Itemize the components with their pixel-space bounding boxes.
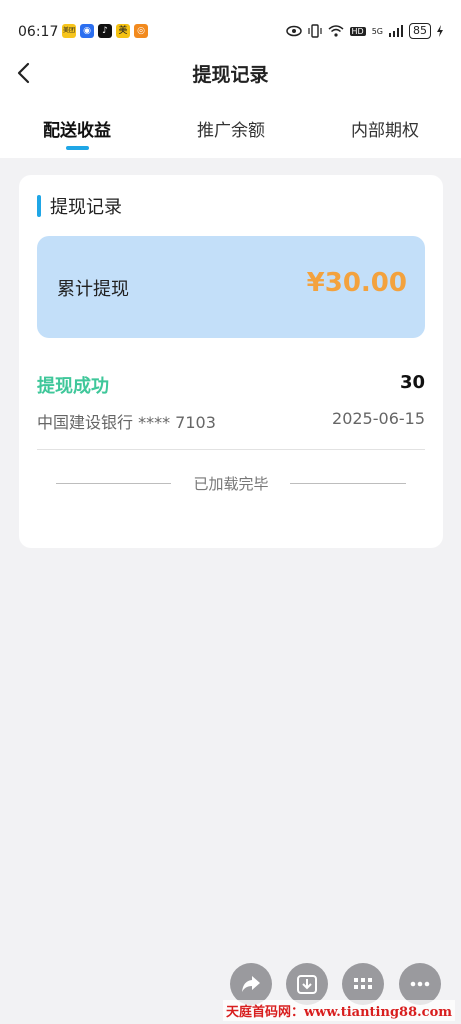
- wifi-icon: [328, 25, 344, 37]
- more-icon: [410, 981, 430, 987]
- section-marker: [37, 195, 41, 217]
- signal-icon: [389, 25, 403, 37]
- divider: [37, 449, 425, 450]
- tiktok-icon: ♪: [98, 24, 112, 38]
- total-withdrawal-label: 累计提现: [57, 279, 129, 300]
- active-tab-indicator: [66, 146, 89, 150]
- network-label: 5G: [371, 26, 383, 36]
- battery-indicator: 85: [409, 23, 431, 39]
- status-indicators: HD 5G 85: [285, 23, 443, 39]
- orange-app-icon: ◎: [134, 24, 148, 38]
- record-bank-account: 中国建设银行 **** 7103: [37, 413, 216, 432]
- section-title: 提现记录: [50, 197, 122, 218]
- page-title: 提现记录: [192, 64, 269, 86]
- total-withdrawal-amount: ¥30.00: [306, 268, 407, 298]
- withdrawal-card: 提现记录 累计提现 ¥30.00 提现成功 30 中国建设银行 **** 710…: [19, 175, 443, 548]
- tab-delivery-earnings[interactable]: 配送收益: [17, 116, 137, 141]
- more-button[interactable]: [399, 963, 441, 1005]
- charging-icon: [437, 25, 443, 37]
- vibrate-icon: [307, 24, 322, 38]
- nav-bar: 提现记录: [0, 44, 461, 104]
- eye-icon: [285, 25, 302, 37]
- record-amount: 30: [399, 372, 425, 393]
- tab-bar: 配送收益 推广余额 内部期权: [0, 104, 461, 158]
- meituan-icon: 美团: [62, 24, 76, 38]
- download-button[interactable]: [286, 963, 328, 1005]
- watermark: 天庭首码网：www.tianting88.com: [222, 1000, 455, 1021]
- camera-app-icon: ◉: [80, 24, 94, 38]
- status-time: 06:17: [18, 24, 59, 40]
- download-icon: [297, 975, 317, 994]
- record-status: 提现成功: [37, 376, 109, 397]
- record-date: 2025-06-15: [332, 409, 425, 428]
- grid-icon: [354, 978, 372, 989]
- grid-button[interactable]: [342, 963, 384, 1005]
- share-button[interactable]: [230, 963, 272, 1005]
- total-withdrawal-summary: 累计提现 ¥30.00: [37, 236, 425, 338]
- meituan-mei-icon: 美: [116, 24, 130, 38]
- status-app-icons: 美团 ◉ ♪ 美 ◎: [62, 24, 148, 38]
- divider-right: [290, 483, 406, 484]
- hd-badge: HD: [349, 26, 366, 36]
- tab-internal-options[interactable]: 内部期权: [325, 116, 445, 141]
- tab-promotion-balance[interactable]: 推广余额: [171, 116, 291, 141]
- share-icon: [242, 976, 260, 992]
